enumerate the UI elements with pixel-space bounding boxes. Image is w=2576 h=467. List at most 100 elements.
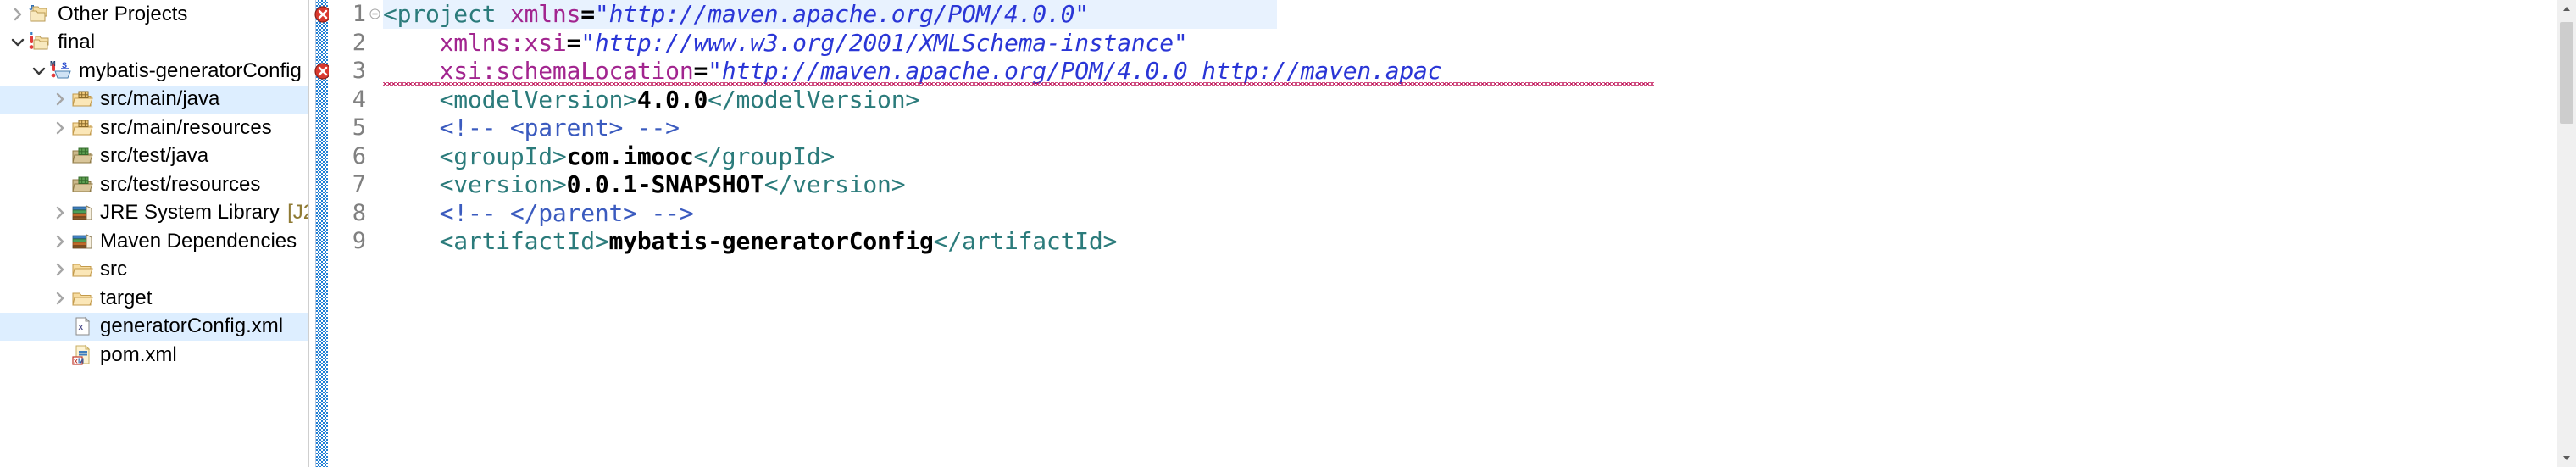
code-token-text: mybatis-generatorConfig	[608, 227, 934, 255]
source-folder-closed-icon	[71, 145, 97, 167]
line-number: 1	[352, 1, 366, 27]
svg-text:M: M	[50, 60, 56, 68]
vertical-scrollbar[interactable]	[2557, 0, 2576, 467]
tree-row-src[interactable]: src	[0, 256, 308, 285]
library-icon	[71, 231, 97, 253]
tree-row-final[interactable]: final	[0, 29, 308, 58]
tree-row-src-test-java[interactable]: src/test/java	[0, 142, 308, 171]
code-token-attr: xmlns:xsi	[439, 28, 567, 57]
scrollbar-thumb[interactable]	[2560, 22, 2573, 124]
line-number: 9	[352, 228, 366, 254]
code-line[interactable]: <artifactId>mybatis-generatorConfig</art…	[383, 227, 2557, 256]
annotation-ruler[interactable]	[310, 0, 331, 467]
tree-row-src-test-resources[interactable]: src/test/resources	[0, 170, 308, 199]
tree-item-label: pom.xml	[100, 342, 177, 366]
tree-row-src-main-resources[interactable]: src/main/resources	[0, 114, 308, 142]
code-token-tag: </version>	[763, 170, 906, 198]
tree-item-label: final	[58, 31, 96, 54]
chevron-right-icon[interactable]	[49, 120, 71, 136]
svg-text:x: x	[79, 323, 84, 332]
package-explorer-tree[interactable]: J Other Projects final M Smybatis-generatorC…	[0, 0, 308, 467]
code-line[interactable]: <version>0.0.1-SNAPSHOT</version>	[383, 170, 2557, 199]
chevron-right-icon[interactable]	[7, 7, 29, 22]
code-text-area[interactable]: <project xmlns="http://maven.apache.org/…	[383, 0, 2557, 467]
source-folder-icon	[71, 88, 97, 110]
code-token-text: 4.0.0	[636, 85, 708, 114]
library-icon	[71, 202, 97, 224]
code-line[interactable]: <!-- </parent> -->	[383, 199, 2557, 228]
tree-row-maven-dependencies[interactable]: Maven Dependencies	[0, 227, 308, 256]
code-token-text: com.imooc	[566, 142, 694, 170]
tree-item-label: src/main/resources	[100, 115, 272, 139]
code-line[interactable]: <modelVersion>4.0.0</modelVersion>	[383, 86, 2557, 114]
code-line[interactable]: xsi:schemaLocation="http://maven.apache.…	[383, 57, 2557, 86]
scroll-down-arrow-icon[interactable]	[2557, 448, 2576, 467]
code-token-eq: =	[566, 28, 581, 57]
code-line[interactable]: <groupId>com.imooc</groupId>	[383, 142, 2557, 171]
code-token-tag: </groupId>	[693, 142, 836, 170]
code-token-tag: <artifactId>	[439, 227, 609, 255]
code-line[interactable]: <!-- <parent> -->	[383, 114, 2557, 142]
fold-collapse-icon[interactable]	[369, 0, 381, 29]
svg-text:J: J	[29, 4, 32, 12]
code-token-eq: =	[693, 57, 708, 85]
tree-item-label: target	[100, 286, 153, 309]
tree-item-label: Other Projects	[58, 2, 188, 25]
code-line[interactable]: xmlns:xsi="http://www.w3.org/2001/XMLSch…	[383, 29, 2557, 58]
chevron-right-icon[interactable]	[49, 92, 71, 107]
folder-icon	[71, 287, 97, 309]
code-token-comment: <!-- <parent> -->	[439, 114, 680, 142]
tree-row-src-main-java[interactable]: src/main/java	[0, 85, 308, 114]
tree-item-suffix: [J2SE-1.5]	[287, 201, 308, 225]
other-projects-icon: J	[29, 3, 54, 25]
line-number: 4	[352, 86, 366, 113]
chevron-right-icon[interactable]	[49, 205, 71, 220]
code-token-tag: <groupId>	[439, 142, 567, 170]
code-token-attr: xmlns	[509, 0, 581, 28]
chevron-down-icon[interactable]	[28, 64, 50, 78]
eclipse-ide-screenshot: J Other Projects final M Smybatis-generatorC…	[0, 0, 2576, 467]
tree-item-label: src	[100, 258, 127, 281]
code-token-str: "http://www.w3.org/2001/XMLSchema-instan…	[580, 28, 1188, 57]
code-token-text: 0.0.1-SNAPSHOT	[566, 170, 764, 198]
chevron-down-icon[interactable]	[7, 36, 29, 49]
xml-editor-panel: 123456789 <project xmlns="http://maven.a…	[308, 0, 2576, 467]
line-number: 8	[352, 199, 366, 226]
line-number: 5	[352, 114, 366, 141]
tree-item-label: generatorConfig.xml	[100, 314, 284, 338]
pom-file-icon: xM	[71, 344, 97, 366]
tree-item-label: src/main/java	[100, 87, 220, 111]
chevron-right-icon[interactable]	[49, 291, 71, 306]
folder-icon	[71, 259, 97, 281]
working-set-icon	[29, 31, 54, 53]
chevron-right-icon[interactable]	[49, 234, 71, 249]
folding-gutter[interactable]	[368, 0, 383, 467]
line-number: 6	[352, 142, 366, 170]
tree-item-label: Maven Dependencies	[100, 229, 297, 253]
ruler-separator	[308, 0, 309, 467]
tree-row-mybatis-generatorconfig[interactable]: MSmybatis-generatorConfig[boot]	[0, 57, 308, 86]
tree-item-label: mybatis-generatorConfig	[79, 58, 302, 82]
code-line[interactable]: <project xmlns="http://maven.apache.org/…	[383, 0, 1277, 29]
tree-row-jre-system-library[interactable]: JRE System Library [J2SE-1.5]	[0, 199, 308, 228]
code-token-str: "http://maven.apache.org/POM/4.0.0 http:…	[708, 57, 1442, 85]
tree-row-target[interactable]: target	[0, 284, 308, 313]
line-number: 3	[352, 58, 366, 84]
tree-row-generatorconfig-xml[interactable]: x generatorConfig.xml	[0, 312, 308, 341]
chevron-right-icon[interactable]	[49, 262, 71, 277]
line-number: 7	[352, 171, 366, 197]
scroll-up-arrow-icon[interactable]	[2557, 0, 2576, 19]
tree-row-other-projects[interactable]: J Other Projects	[0, 0, 308, 29]
tree-item-label: src/test/java	[100, 144, 209, 168]
line-number: 2	[352, 29, 366, 56]
tree-row-pom-xml[interactable]: x Mpom.xml	[0, 341, 308, 370]
tree-item-label: src/test/resources	[100, 172, 261, 196]
maven-project-icon: MS	[50, 60, 75, 82]
